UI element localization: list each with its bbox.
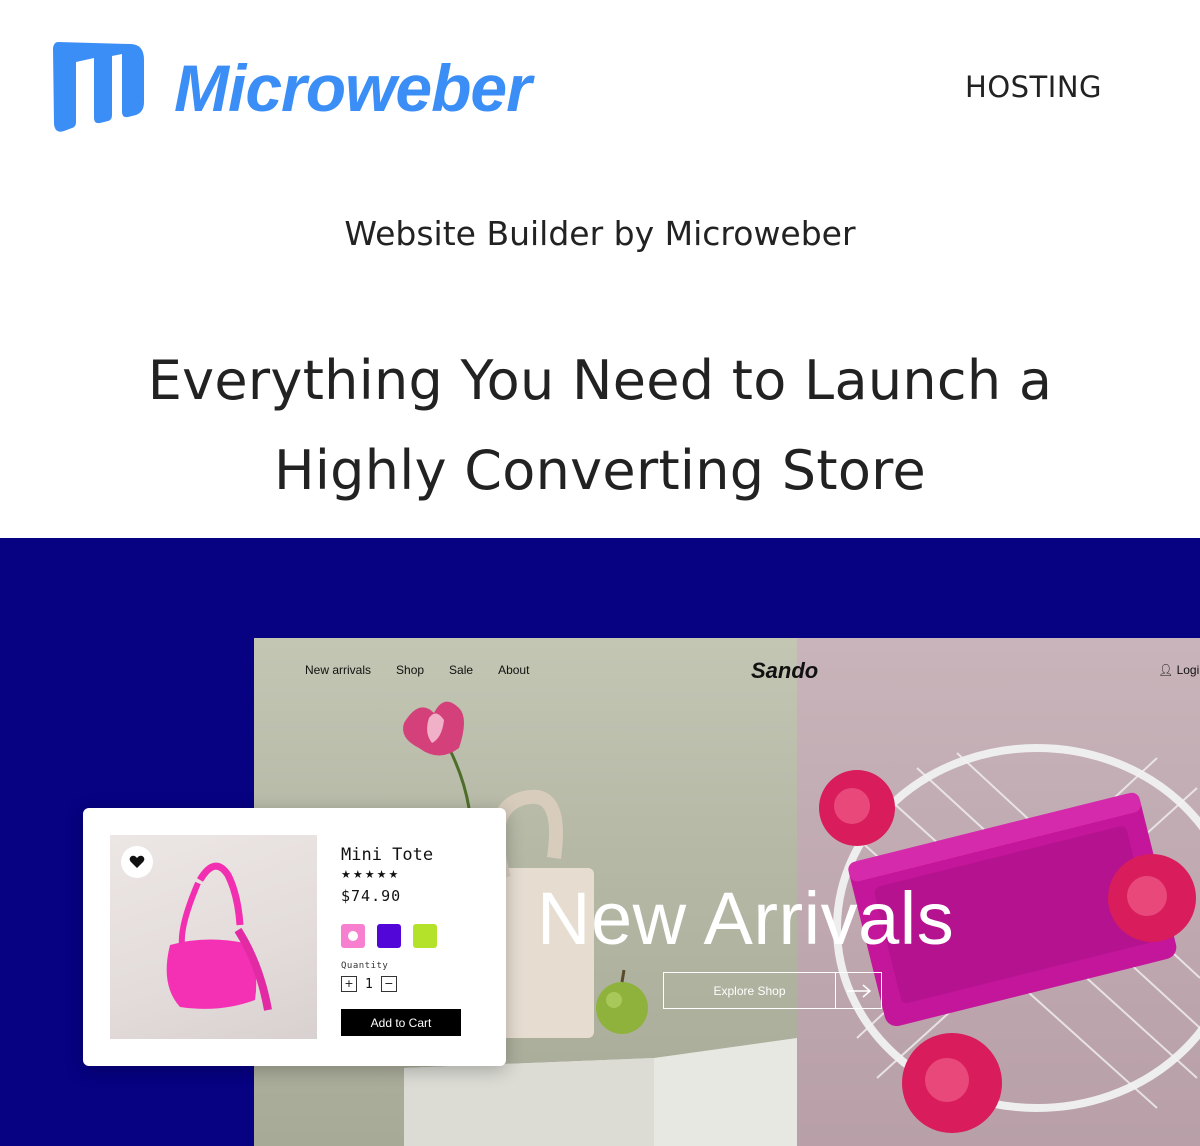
store-nav-shop[interactable]: Shop xyxy=(396,663,424,677)
star-icon: ★ xyxy=(388,868,401,881)
star-icon: ★ xyxy=(341,868,353,881)
product-price: $74.90 xyxy=(341,887,402,905)
star-icon: ★ xyxy=(376,868,389,881)
quantity-label: Quantity xyxy=(341,961,389,971)
quantity-decrease-button[interactable]: − xyxy=(380,976,397,992)
user-icon: 👤︎ xyxy=(1158,663,1174,677)
explore-shop-button[interactable]: Explore Shop xyxy=(663,972,882,1009)
brand-name: Microweber xyxy=(174,51,532,125)
login-label: Login xyxy=(1176,663,1200,677)
nav-hosting-link[interactable]: HOSTING xyxy=(965,70,1102,104)
store-nav: New arrivals Shop Sale About xyxy=(305,663,529,677)
page-headline: Everything You Need to Launch a Highly C… xyxy=(147,349,1053,502)
star-icon: ★ xyxy=(364,868,377,881)
product-image[interactable] xyxy=(110,835,317,1039)
store-nav-new-arrivals[interactable]: New arrivals xyxy=(305,663,371,677)
store-nav-about[interactable]: About xyxy=(498,663,529,677)
quantity-stepper: + 1 − xyxy=(341,976,397,992)
store-brand[interactable]: Sando xyxy=(751,658,818,684)
add-to-cart-button[interactable]: Add to Cart xyxy=(341,1009,461,1036)
store-login[interactable]: 👤︎ Login xyxy=(1158,663,1200,677)
hero-title: New Arrivals xyxy=(537,877,955,960)
color-swatch-lime[interactable] xyxy=(413,924,437,948)
store-nav-sale[interactable]: Sale xyxy=(449,663,473,677)
quantity-value[interactable]: 1 xyxy=(363,977,375,992)
page-subtitle: Website Builder by Microweber xyxy=(344,214,856,253)
store-showcase: New arrivals Shop Sale About Sando 👤︎ Lo… xyxy=(0,538,1200,1146)
color-swatch-purple[interactable] xyxy=(377,924,401,948)
product-card: Mini Tote ★★★★★ $74.90 Quantity + 1 − Ad… xyxy=(83,808,506,1066)
star-icon: ★ xyxy=(352,868,365,881)
explore-shop-label: Explore Shop xyxy=(664,973,836,1008)
rating-stars: ★★★★★ xyxy=(341,868,400,881)
quantity-increase-button[interactable]: + xyxy=(341,976,357,992)
microweber-logo[interactable]: Microweber xyxy=(50,38,532,138)
favorite-heart-icon[interactable] xyxy=(121,846,153,878)
arrow-right-icon xyxy=(836,973,881,1008)
product-name: Mini Tote xyxy=(341,845,434,865)
microweber-logo-icon xyxy=(53,42,144,132)
color-swatch-pink[interactable] xyxy=(341,924,365,948)
color-swatches xyxy=(341,924,437,948)
